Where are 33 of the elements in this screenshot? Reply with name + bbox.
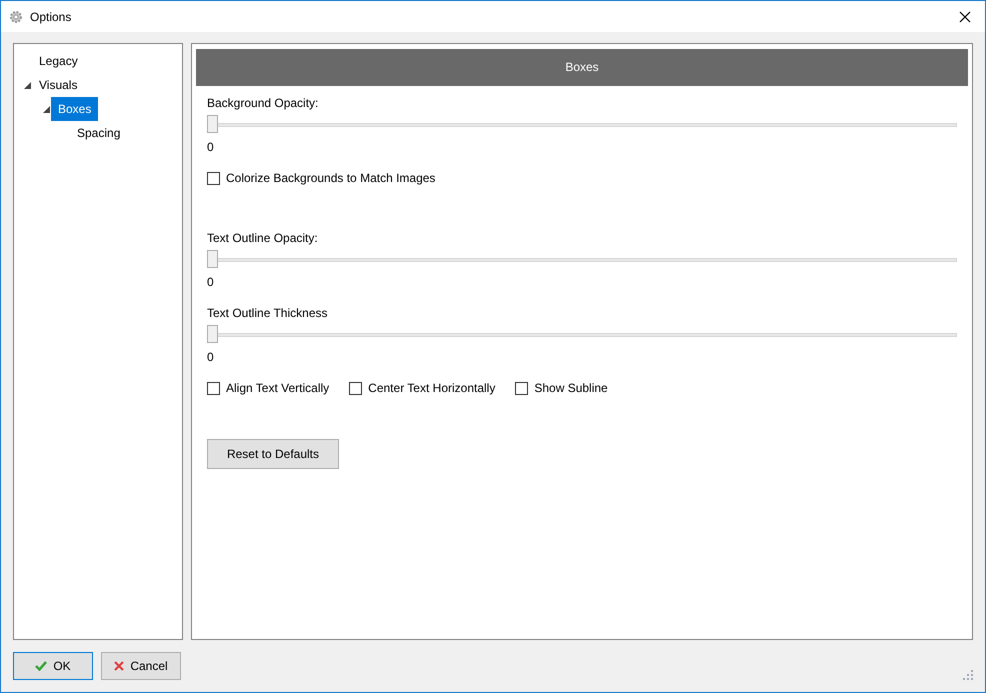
ok-button[interactable]: OK (13, 652, 93, 680)
checkbox[interactable] (207, 382, 220, 394)
checkbox-label[interactable]: Colorize Backgrounds to Match Images (226, 169, 436, 187)
checkbox-label[interactable]: Align Text Vertically (226, 379, 330, 397)
checkbox[interactable] (349, 382, 362, 394)
resize-grip-icon[interactable] (963, 670, 973, 680)
slider-label: Text Outline Thickness (207, 305, 328, 322)
checkbox[interactable] (207, 172, 220, 184)
cancel-button[interactable]: Cancel (101, 652, 181, 680)
tree-item[interactable]: Legacy (32, 49, 85, 73)
reset-button[interactable]: Reset to Defaults (207, 439, 339, 469)
panel-header: Boxes (196, 49, 968, 86)
checkbox[interactable] (515, 382, 528, 394)
checkbox-label[interactable]: Show Subline (534, 379, 608, 397)
window-title: Options (30, 8, 72, 26)
expanded-arrow-icon[interactable] (42, 106, 50, 112)
slider-thumb[interactable] (207, 115, 218, 133)
close-icon (959, 10, 971, 22)
slider-value: 0 (207, 139, 215, 156)
expanded-arrow-icon[interactable] (24, 82, 30, 88)
cross-icon (114, 661, 124, 671)
tree-item[interactable]: Boxes (51, 97, 98, 121)
check-icon (35, 661, 48, 671)
slider-thumb[interactable] (207, 250, 218, 268)
slider-thumb[interactable] (207, 325, 218, 343)
slider-label: Text Outline Opacity: (207, 230, 319, 247)
tree-item[interactable]: Visuals (32, 73, 84, 97)
gear-icon (9, 10, 23, 24)
slider-value: 0 (207, 349, 215, 366)
slider-value: 0 (207, 274, 215, 291)
checkbox-label[interactable]: Center Text Horizontally (368, 379, 496, 397)
tree-item[interactable]: Spacing (70, 121, 128, 145)
slider-label: Background Opacity: (207, 95, 320, 112)
